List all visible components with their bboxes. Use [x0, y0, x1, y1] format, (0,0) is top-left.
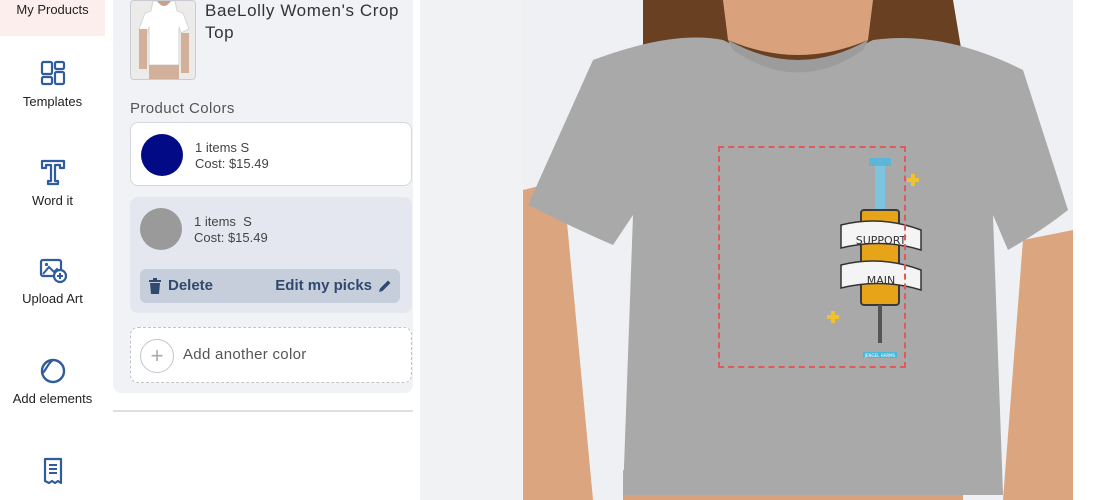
rail-item-add-elements[interactable]: Add elements — [0, 355, 105, 406]
right-edge-strip — [1073, 0, 1100, 500]
elements-icon — [40, 358, 65, 384]
color-info: 1 items S Cost: $15.49 — [195, 140, 269, 172]
product-thumbnail[interactable] — [130, 0, 196, 80]
product-card: BaeLolly Women's Crop Top Product Colors… — [113, 0, 413, 393]
document-icon — [43, 457, 62, 485]
edit-picks-button[interactable]: Edit my picks — [275, 277, 392, 294]
rail-item-label: My Products — [16, 2, 89, 17]
panel-divider — [113, 410, 413, 412]
color-items: 1 items S — [195, 140, 250, 155]
color-card[interactable]: 1 items S Cost: $15.49 — [130, 122, 412, 186]
rail-item-document[interactable] — [0, 456, 105, 492]
delete-label: Delete — [168, 277, 214, 294]
add-color-label: Add another color — [183, 346, 307, 363]
rail-item-word-it[interactable]: Word it — [0, 157, 105, 208]
color-actions-bar: Delete Edit my picks — [140, 269, 400, 303]
rail-item-label: Templates — [22, 94, 83, 109]
color-info: 1 items S Cost: $15.49 — [194, 214, 268, 246]
rail-item-label: Add elements — [12, 391, 93, 406]
text-icon — [40, 159, 65, 186]
product-title: BaeLolly Women's Crop Top — [205, 1, 400, 42]
color-swatch — [140, 208, 182, 250]
product-colors-label: Product Colors — [130, 100, 235, 117]
templates-icon — [40, 60, 65, 86]
product-panel: BaeLolly Women's Crop Top Product Colors… — [105, 0, 420, 500]
upload-image-icon — [39, 258, 67, 284]
color-items: 1 items S — [194, 214, 252, 229]
color-cost: Cost: $15.49 — [195, 156, 269, 171]
pencil-icon — [379, 280, 391, 292]
trash-icon — [149, 277, 161, 294]
tool-rail: My Products Templates Word it Upload Art — [0, 0, 105, 500]
rail-item-my-products[interactable]: My Products — [0, 0, 105, 36]
delete-button[interactable]: Delete — [148, 277, 213, 294]
rail-item-label: Upload Art — [22, 291, 83, 306]
rail-item-templates[interactable]: Templates — [0, 58, 105, 109]
print-area-boundary[interactable] — [718, 146, 906, 368]
color-cost: Cost: $15.49 — [194, 230, 268, 245]
plus-icon: + — [140, 339, 174, 373]
edit-label: Edit my picks — [275, 277, 372, 294]
product-thumbnail-image — [131, 1, 195, 79]
color-card-selected[interactable]: 1 items S Cost: $15.49 Delete Edit my pi… — [130, 197, 412, 313]
add-color-button[interactable]: + Add another color — [130, 327, 412, 383]
color-swatch — [141, 134, 183, 176]
rail-item-label: Word it — [32, 193, 73, 208]
rail-item-upload-art[interactable]: Upload Art — [0, 255, 105, 306]
